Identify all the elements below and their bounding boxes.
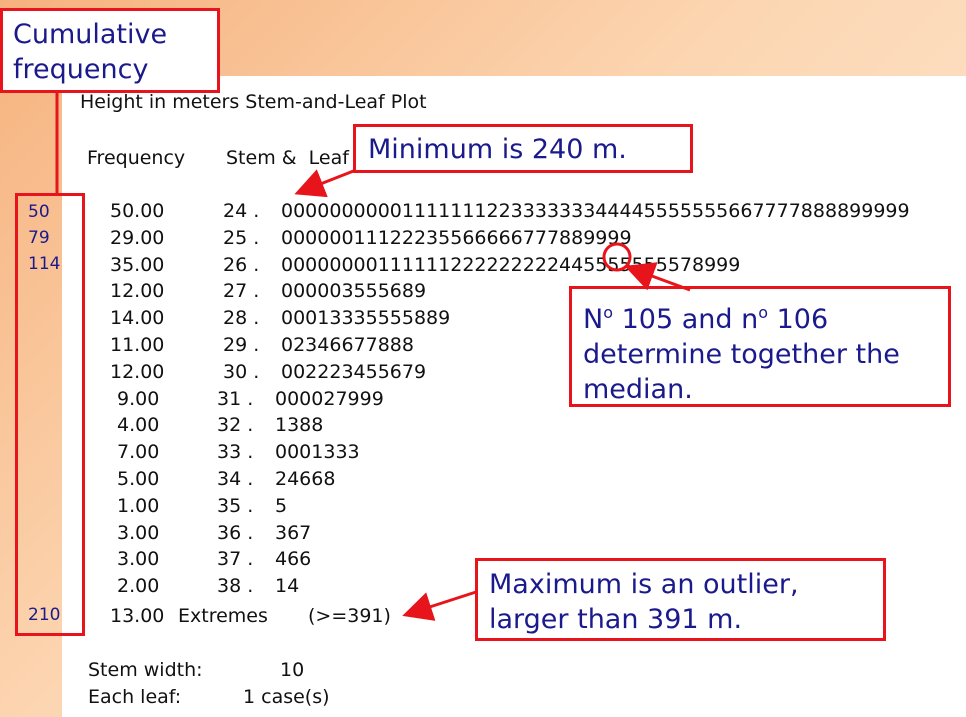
maximum-arrow bbox=[402, 590, 477, 621]
annotation-arrows bbox=[55, 93, 691, 621]
minimum-arrow bbox=[294, 168, 357, 198]
median-arrow bbox=[624, 262, 691, 292]
median-circle bbox=[602, 242, 632, 272]
